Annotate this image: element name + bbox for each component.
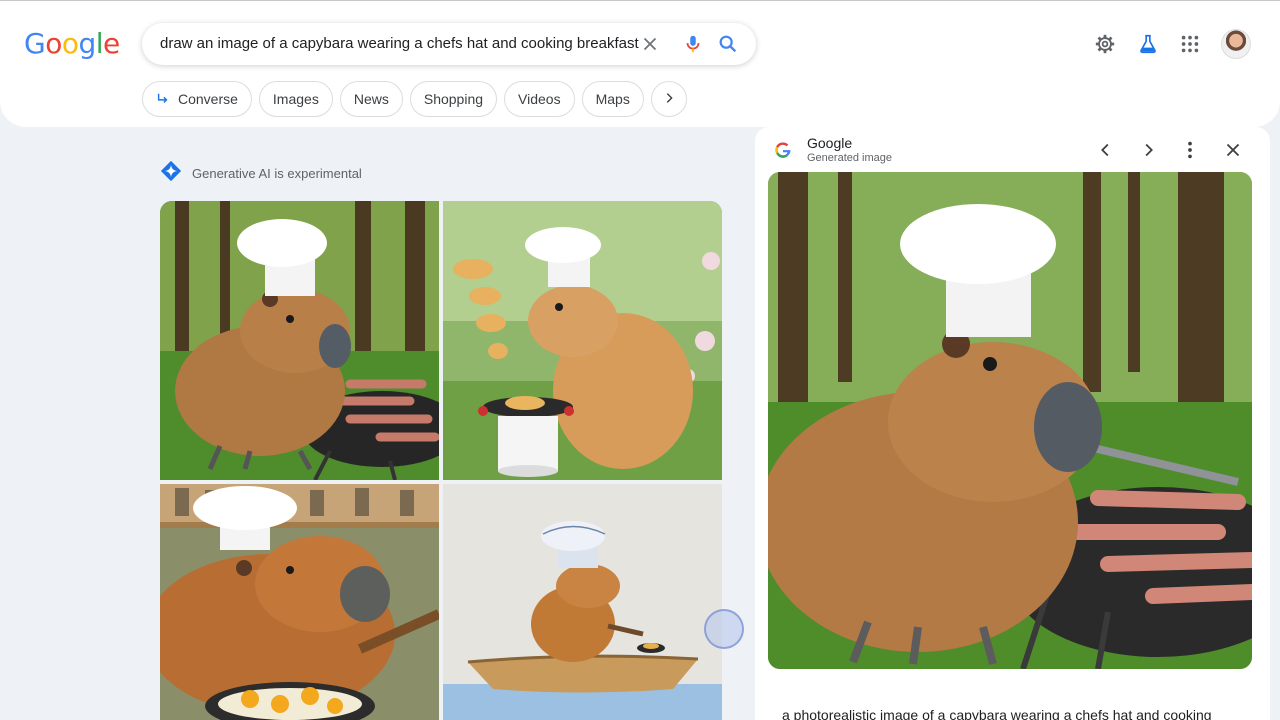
logo-letter: e xyxy=(103,27,120,60)
gemini-sparkle-icon xyxy=(160,160,182,187)
logo-letter: l xyxy=(95,27,104,60)
top-header: Google draw an image of a capybara weari… xyxy=(0,0,1280,127)
chip-shopping[interactable]: Shopping xyxy=(409,81,498,117)
chips-next-button[interactable] xyxy=(650,81,687,117)
google-logo[interactable]: Google xyxy=(24,27,120,60)
close-icon[interactable] xyxy=(1222,139,1244,161)
chip-maps[interactable]: Maps xyxy=(581,81,644,117)
chevron-left-icon[interactable] xyxy=(1095,139,1117,161)
avatar[interactable] xyxy=(1221,29,1251,59)
chip-label: Videos xyxy=(518,91,561,107)
generated-image-grid xyxy=(160,201,722,720)
image-preview-panel: Google Generated image a photorealistic … xyxy=(755,127,1270,720)
search-icon[interactable] xyxy=(717,33,739,55)
google-g-icon xyxy=(774,141,792,159)
search-tabs: Converse Images News Shopping Videos Map… xyxy=(142,81,687,117)
logo-letter: o xyxy=(45,27,62,60)
generated-image-large[interactable] xyxy=(768,172,1252,669)
logo-letter: G xyxy=(24,27,46,60)
chip-label: Maps xyxy=(595,91,630,107)
microphone-icon[interactable] xyxy=(682,33,704,55)
search-box[interactable]: draw an image of a capybara wearing a ch… xyxy=(142,23,756,65)
ai-experimental-header: Generative AI is experimental xyxy=(160,160,362,187)
converse-arrow-icon xyxy=(156,92,170,106)
search-input[interactable]: draw an image of a capybara wearing a ch… xyxy=(160,35,639,52)
chip-label: Images xyxy=(272,91,319,107)
apps-grid-icon[interactable] xyxy=(1179,33,1201,55)
chip-videos[interactable]: Videos xyxy=(504,81,575,117)
chip-images[interactable]: Images xyxy=(258,81,333,117)
chevron-right-icon[interactable] xyxy=(1137,139,1159,161)
chip-label: Shopping xyxy=(423,91,484,107)
chip-label: News xyxy=(353,91,389,107)
capybara-chef-grill-forest[interactable] xyxy=(160,201,439,480)
chip-converse[interactable]: Converse xyxy=(142,81,252,117)
capybara-chef-boat[interactable] xyxy=(443,484,722,720)
chevron-right-icon xyxy=(662,91,676,108)
capybara-chef-pancakes-pot[interactable] xyxy=(443,201,722,480)
image-caption: a photorealistic image of a capybara wea… xyxy=(782,707,1212,720)
capybara-chef-frying-eggs[interactable] xyxy=(160,484,439,720)
panel-subtitle: Generated image xyxy=(807,152,892,164)
labs-flask-icon[interactable] xyxy=(1137,33,1159,55)
logo-letter: o xyxy=(61,27,79,60)
ai-experimental-label: Generative AI is experimental xyxy=(192,166,362,181)
chip-news[interactable]: News xyxy=(339,81,403,117)
chip-label: Converse xyxy=(178,91,238,107)
pointer-cursor xyxy=(704,609,744,649)
panel-title: Google xyxy=(807,135,853,151)
clear-icon[interactable] xyxy=(639,33,661,55)
more-options-icon[interactable] xyxy=(1179,139,1201,161)
logo-letter: g xyxy=(78,27,96,60)
gear-icon[interactable] xyxy=(1094,33,1116,55)
